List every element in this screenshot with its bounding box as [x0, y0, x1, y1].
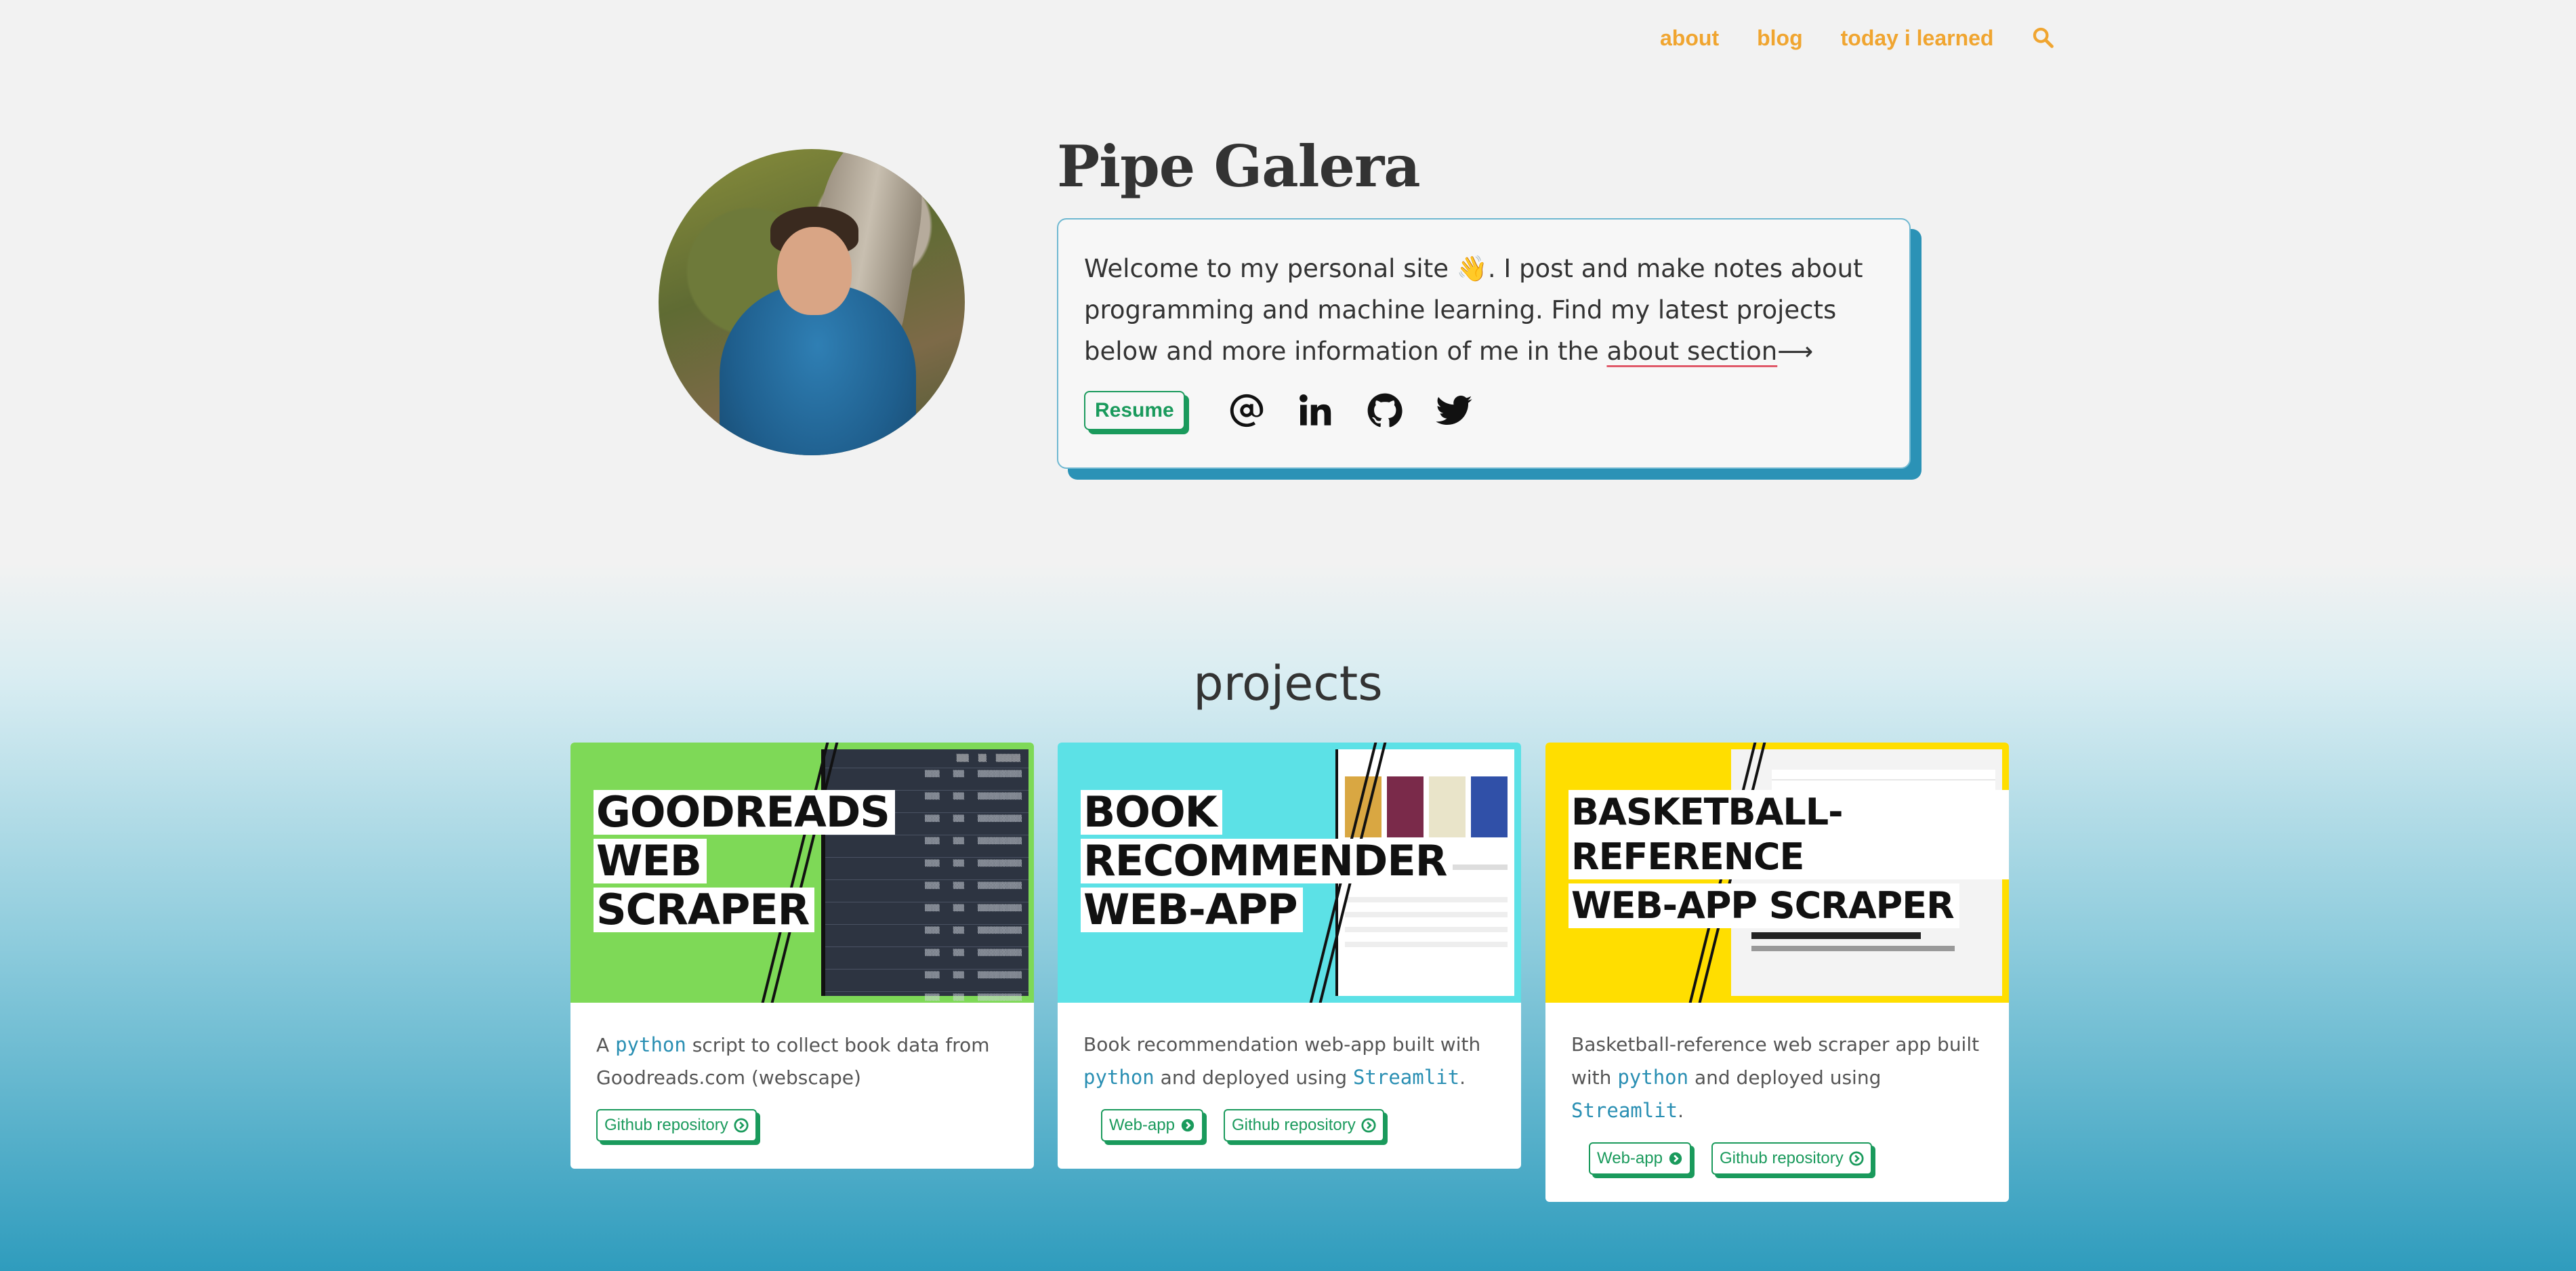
arrow-circle-icon: [1181, 1119, 1194, 1132]
intro-card: Welcome to my personal site 👋. I post an…: [1057, 218, 1911, 469]
top-nav: about blog today i learned: [1660, 26, 2054, 51]
intro-text-start: Welcome to my personal site: [1084, 254, 1457, 283]
project-card-goodreads: GOODREADS WEB SCRAPER ▒▒▒ ▒▒ ▒▒▒▒▒▒ ▒▒▒▒ ▒▒…: [570, 743, 1034, 1169]
arrow-circle-icon: [1849, 1151, 1864, 1166]
project-card-body: Basketball-reference web scraper app bui…: [1545, 1003, 2009, 1202]
nav-link-today-i-learned[interactable]: today i learned: [1841, 26, 1994, 51]
about-section-link[interactable]: about section: [1606, 337, 1777, 366]
project-description: A python script to collect book data fro…: [596, 1033, 990, 1089]
code-inline: python: [1083, 1066, 1155, 1089]
linkedin-icon[interactable]: [1296, 391, 1335, 430]
banner-title-line: WEB-APP SCRAPER: [1569, 883, 1959, 928]
email-icon[interactable]: [1227, 391, 1266, 430]
web-app-button[interactable]: Web-app: [1101, 1109, 1203, 1142]
code-inline: Streamlit: [1571, 1099, 1678, 1122]
project-banner[interactable]: BASKETBALL-REFERENCE WEB-APP SCRAPER: [1545, 743, 2009, 1003]
code-inline: python: [1617, 1066, 1689, 1089]
project-buttons: Github repository: [596, 1094, 1008, 1169]
nav-link-about[interactable]: about: [1660, 26, 1719, 51]
resume-button[interactable]: Resume: [1084, 391, 1185, 430]
project-banner[interactable]: GOODREADS WEB SCRAPER ▒▒▒ ▒▒ ▒▒▒▒▒▒ ▒▒▒▒ ▒▒…: [570, 743, 1034, 1003]
project-description: Basketball-reference web scraper app bui…: [1571, 1033, 1980, 1122]
projects-heading: projects: [1193, 656, 1383, 711]
project-card-body: A python script to collect book data fro…: [570, 1003, 1034, 1169]
about-section-link-label: about section: [1606, 337, 1778, 366]
social-links: [1227, 391, 1474, 430]
arrow-circle-icon: [734, 1118, 749, 1133]
intro-actions: Resume: [1084, 391, 1884, 430]
banner-title-line: WEB-APP: [1081, 888, 1303, 932]
github-repository-button[interactable]: Github repository: [1711, 1142, 1872, 1175]
banner-title: BASKETBALL-REFERENCE WEB-APP SCRAPER: [1569, 790, 2009, 928]
arrow-circle-icon: [1669, 1152, 1682, 1165]
twitter-icon[interactable]: [1434, 391, 1474, 430]
nav-link-blog[interactable]: blog: [1757, 26, 1803, 51]
arrow-circle-icon: [1361, 1118, 1376, 1133]
waving-hand-icon: 👋: [1456, 254, 1488, 283]
banner-title: BOOK RECOMMENDER WEB-APP: [1081, 790, 1453, 932]
banner-title-line: WEB: [594, 839, 707, 883]
search-icon[interactable]: [2031, 26, 2054, 49]
banner-title-line: RECOMMENDER: [1081, 839, 1453, 883]
github-icon[interactable]: [1365, 391, 1405, 430]
banner-title: GOODREADS WEB SCRAPER: [594, 790, 895, 932]
banner-title-line: GOODREADS: [594, 790, 895, 835]
banner-title-line: BOOK: [1081, 790, 1222, 835]
project-buttons: Web-app Github repository: [1083, 1094, 1495, 1169]
code-inline: Streamlit: [1352, 1066, 1460, 1089]
page-title: Pipe Galera: [1057, 133, 1421, 200]
project-description: Book recommendation web-app built with p…: [1083, 1033, 1481, 1089]
project-card-basketball-reference: BASKETBALL-REFERENCE WEB-APP SCRAPER Bas…: [1545, 743, 2009, 1202]
code-inline: python: [615, 1033, 686, 1056]
arrow-right-icon: ⟶: [1777, 337, 1814, 366]
project-card-book-recommender: BOOK RECOMMENDER WEB-APP Book recommenda…: [1058, 743, 1521, 1169]
project-card-body: Book recommendation web-app built with p…: [1058, 1003, 1521, 1169]
intro-text: Welcome to my personal site 👋. I post an…: [1084, 248, 1884, 372]
github-repository-button[interactable]: Github repository: [596, 1109, 757, 1142]
project-buttons: Web-app Github repository: [1571, 1127, 1983, 1202]
github-repository-button[interactable]: Github repository: [1223, 1109, 1384, 1142]
web-app-button[interactable]: Web-app: [1589, 1142, 1691, 1175]
avatar: [659, 149, 965, 455]
banner-title-line: BASKETBALL-REFERENCE: [1569, 790, 2009, 879]
banner-title-line: SCRAPER: [594, 888, 815, 932]
project-banner[interactable]: BOOK RECOMMENDER WEB-APP: [1058, 743, 1521, 1003]
